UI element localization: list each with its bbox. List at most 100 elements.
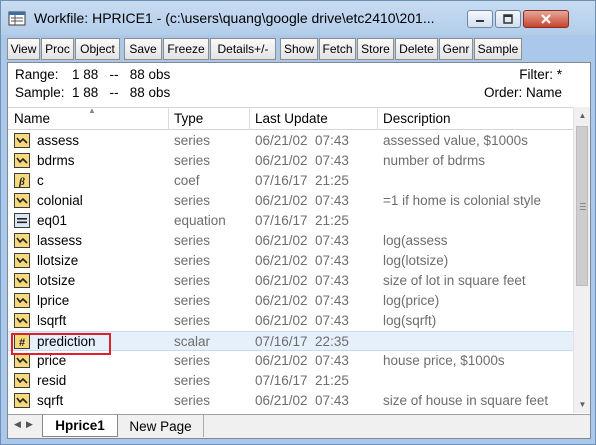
- delete-button[interactable]: Delete: [395, 38, 438, 60]
- series-icon: [14, 193, 30, 208]
- proc-button[interactable]: Proc: [41, 38, 74, 60]
- workfile-window: Workfile: HPRICE1 - (c:\users\quang\goog…: [0, 0, 596, 445]
- object-last-update: 06/21/02 07:43: [255, 133, 349, 148]
- tab-new-page[interactable]: New Page: [118, 415, 204, 437]
- object-description: size of house in square feet: [383, 393, 549, 408]
- object-name: lotsize: [37, 273, 76, 288]
- column-name[interactable]: Name: [14, 111, 50, 126]
- object-name: lsqrft: [37, 313, 67, 328]
- object-type: series: [174, 273, 211, 288]
- object-name: sqrft: [37, 393, 64, 408]
- object-last-update: 06/21/02 07:43: [255, 393, 349, 408]
- column-description[interactable]: Description: [383, 111, 451, 126]
- object-description: log(sqrft): [383, 313, 437, 328]
- object-row-c[interactable]: β c coef 07/16/17 21:25: [8, 171, 573, 191]
- object-row-eq01[interactable]: eq01 equation 07/16/17 21:25: [8, 211, 573, 231]
- object-name: bdrms: [37, 153, 75, 168]
- object-description: log(price): [383, 293, 440, 308]
- object-row-bdrms[interactable]: bdrms series 06/21/02 07:43 number of bdrms: [8, 151, 573, 171]
- toolbar: View Proc Object Save Freeze Details+/- …: [7, 38, 591, 60]
- object-row-llotsize[interactable]: llotsize series 06/21/02 07:43 log(lotsize): [8, 251, 573, 271]
- object-type: coef: [174, 173, 200, 188]
- tab-prev-icon[interactable]: ◀: [14, 419, 21, 430]
- object-last-update: 07/16/17 21:25: [255, 173, 349, 188]
- save-button[interactable]: Save: [124, 38, 162, 60]
- column-last-update[interactable]: Last Update: [255, 111, 328, 126]
- series-icon: [14, 253, 30, 268]
- object-row-lotsize[interactable]: lotsize series 06/21/02 07:43 size of lot i…: [8, 271, 573, 291]
- show-button[interactable]: Show: [280, 38, 318, 60]
- coef-icon: β: [14, 173, 30, 188]
- workfile-info: Range: 1 88 -- 88 obs Sample: 1 88 -- 88…: [8, 63, 590, 105]
- series-icon: [14, 153, 30, 168]
- workfile-icon: [8, 11, 26, 26]
- object-row-lprice[interactable]: lprice series 06/21/02 07:43 log(price): [8, 291, 573, 311]
- range-label: Range:: [15, 67, 59, 82]
- object-type: series: [174, 393, 211, 408]
- object-description: house price, $1000s: [383, 353, 505, 368]
- equation-icon: [14, 213, 30, 228]
- maximize-button[interactable]: [495, 10, 521, 28]
- scroll-thumb[interactable]: [576, 126, 588, 286]
- object-description: assessed value, $1000s: [383, 133, 528, 148]
- object-button[interactable]: Object: [75, 38, 120, 60]
- sample-value[interactable]: 1 88 -- 88 obs: [72, 85, 170, 100]
- annotation-highlight: [11, 333, 111, 355]
- object-name: lprice: [37, 293, 70, 308]
- object-type: series: [174, 313, 211, 328]
- object-row-colonial[interactable]: colonial series 06/21/02 07:43 =1 if home i…: [8, 191, 573, 211]
- view-button[interactable]: View: [7, 38, 40, 60]
- object-last-update: 06/21/02 07:43: [255, 153, 349, 168]
- minimize-button[interactable]: [467, 10, 493, 28]
- object-row-lassess[interactable]: lassess series 06/21/02 07:43 log(assess: [8, 231, 573, 251]
- close-button[interactable]: [523, 10, 569, 28]
- freeze-button[interactable]: Freeze: [163, 38, 209, 60]
- object-last-update: 06/21/02 07:43: [255, 253, 349, 268]
- object-name: assess: [37, 133, 80, 148]
- details-button[interactable]: Details+/-: [210, 38, 276, 60]
- object-type: series: [174, 153, 211, 168]
- tab-next-icon[interactable]: ▶: [26, 419, 33, 430]
- object-last-update: 07/16/17 22:35: [255, 334, 349, 349]
- series-icon: [14, 393, 30, 408]
- series-icon: [14, 133, 30, 148]
- window-title: Workfile: HPRICE1 - (c:\users\quang\goog…: [34, 10, 435, 26]
- title-bar[interactable]: Workfile: HPRICE1 - (c:\users\quang\goog…: [1, 1, 595, 35]
- close-icon: [541, 14, 551, 24]
- object-type: series: [174, 293, 211, 308]
- object-name: c: [37, 173, 44, 188]
- object-name: eq01: [37, 213, 68, 228]
- object-row-sqrft[interactable]: sqrft series 06/21/02 07:43 size of house i…: [8, 391, 573, 411]
- vertical-scrollbar[interactable]: ▲ ▼: [573, 107, 590, 413]
- object-row-resid[interactable]: resid series 07/16/17 21:25: [8, 371, 573, 391]
- tab-hprice1[interactable]: Hprice1: [42, 415, 118, 437]
- minimize-icon: [476, 20, 484, 22]
- object-description: number of bdrms: [383, 153, 486, 168]
- column-type[interactable]: Type: [174, 111, 203, 126]
- object-last-update: 06/21/02 07:43: [255, 313, 349, 328]
- series-icon: [14, 233, 30, 248]
- series-icon: [14, 313, 30, 328]
- object-name: price: [37, 353, 67, 368]
- fetch-button[interactable]: Fetch: [319, 38, 356, 60]
- filter-value[interactable]: Filter: *: [519, 67, 562, 82]
- scroll-down-icon[interactable]: ▼: [574, 396, 591, 413]
- object-type: series: [174, 253, 211, 268]
- object-last-update: 06/21/02 07:43: [255, 193, 349, 208]
- scroll-up-icon[interactable]: ▲: [574, 107, 591, 124]
- object-name: llotsize: [37, 253, 79, 268]
- object-type: series: [174, 373, 211, 388]
- sample-button[interactable]: Sample: [474, 38, 522, 60]
- store-button[interactable]: Store: [357, 38, 394, 60]
- page-tabs: ◀ ▶ Hprice1 New Page: [8, 414, 590, 438]
- object-list: assess series 06/21/02 07:43 assessed value…: [8, 131, 573, 413]
- order-value[interactable]: Order: Name: [484, 85, 562, 100]
- object-row-assess[interactable]: assess series 06/21/02 07:43 assessed value…: [8, 131, 573, 151]
- object-name: colonial: [37, 193, 83, 208]
- object-last-update: 06/21/02 07:43: [255, 353, 349, 368]
- object-last-update: 06/21/02 07:43: [255, 293, 349, 308]
- object-row-lsqrft[interactable]: lsqrft series 06/21/02 07:43 log(sqrft): [8, 311, 573, 331]
- range-value[interactable]: 1 88 -- 88 obs: [72, 67, 170, 82]
- object-last-update: 06/21/02 07:43: [255, 273, 349, 288]
- genr-button[interactable]: Genr: [439, 38, 473, 60]
